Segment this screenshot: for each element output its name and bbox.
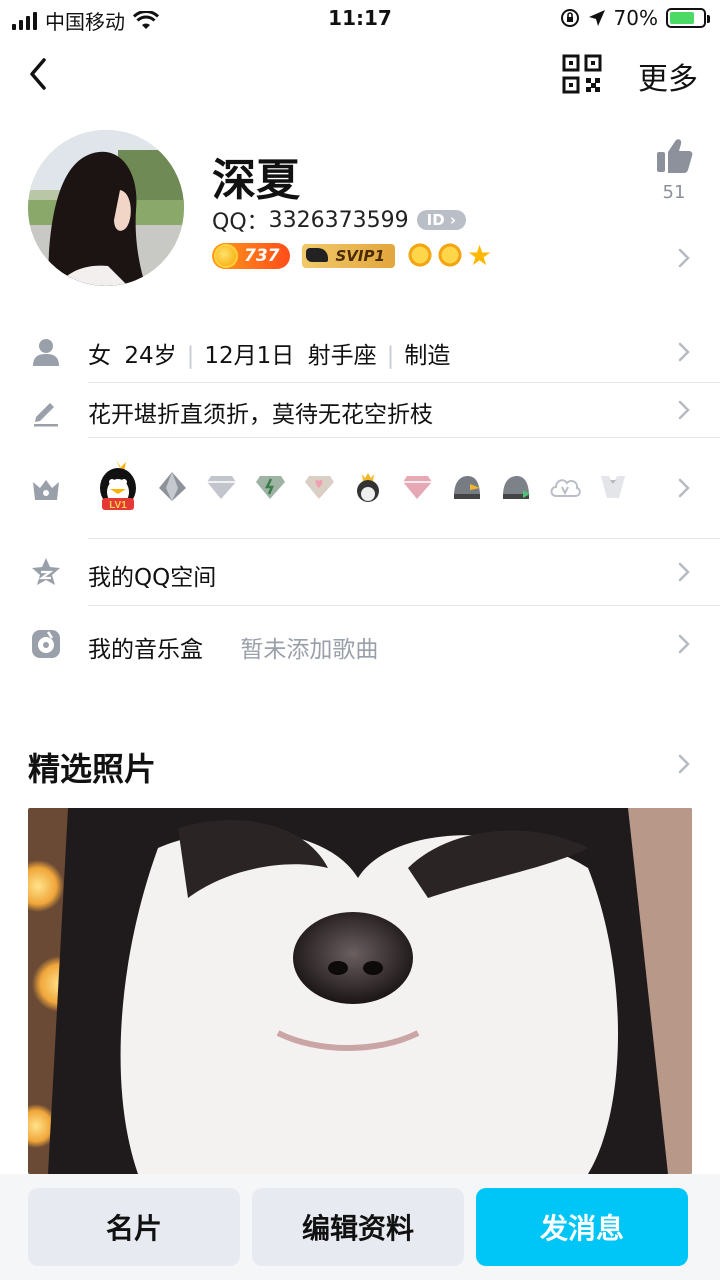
tuxedo-medal-icon	[601, 475, 625, 498]
gender: 女	[88, 343, 111, 369]
like-count: 51	[662, 182, 686, 203]
chevron-right-icon	[678, 342, 690, 362]
chevron-right-icon	[678, 400, 690, 420]
profile-name: 深夏	[212, 155, 300, 206]
green-diamond-medal-icon	[256, 475, 285, 499]
chevron-right-icon	[678, 562, 690, 582]
crown-icon	[33, 480, 59, 500]
qr-code-icon[interactable]	[562, 54, 602, 94]
star-level-icon: ★	[466, 239, 493, 272]
rotation-lock-icon	[560, 9, 579, 27]
back-arrow-icon[interactable]	[22, 52, 58, 96]
battery-percent: 70%	[613, 6, 658, 30]
pink-diamond-medal-icon	[403, 475, 432, 499]
id-badge[interactable]: ID ›	[416, 210, 467, 230]
qq-level-label: LV1	[109, 500, 127, 511]
location-arrow-icon	[588, 10, 605, 26]
avatar[interactable]	[28, 130, 184, 286]
status-bar: 中国移动 11:17 70%	[0, 0, 720, 38]
edit-profile-button[interactable]: 编辑资料	[252, 1188, 464, 1266]
qq-label: QQ：	[212, 210, 269, 235]
svip-badge: SVIP1	[301, 244, 395, 268]
dog-photo-image	[28, 808, 692, 1174]
gray-hat-medal-icon	[159, 471, 186, 501]
id-badge-label: ID	[426, 211, 445, 229]
person-icon	[33, 339, 59, 366]
age: 24岁	[124, 343, 177, 369]
more-button[interactable]: 更多	[638, 54, 698, 98]
featured-photos-title[interactable]: 精选照片	[28, 744, 156, 790]
occupation: 制造	[404, 343, 451, 369]
qzone-star-icon	[32, 558, 60, 585]
chevron-right-icon[interactable]	[676, 246, 692, 270]
basic-info-row[interactable]: 女 24岁 | 12月1日 射手座 | 制造	[0, 326, 720, 382]
nav-bar: 更多	[0, 40, 720, 110]
pencil-icon	[34, 403, 58, 427]
silver-diamond-medal-icon	[207, 475, 236, 499]
heart-diamond-medal-icon	[305, 475, 334, 499]
chevron-right-icon	[678, 634, 690, 654]
svip-label: SVIP1	[335, 247, 385, 265]
cloud-v-medal-icon	[550, 478, 581, 497]
status-right: 70%	[560, 6, 710, 30]
thumbs-up-icon	[657, 139, 693, 173]
coin-icon	[214, 244, 238, 268]
qzone-label: 我的QQ空间	[88, 565, 217, 591]
birthday: 12月1日	[204, 343, 295, 369]
coin-level-badge: 737	[212, 243, 290, 269]
send-message-button[interactable]: 发消息	[476, 1188, 688, 1266]
chevron-right-icon[interactable]	[676, 752, 692, 776]
sun-level-icon	[406, 242, 433, 268]
qq-penguin-level-icon: LV1	[100, 460, 136, 511]
sun-level-icon	[436, 242, 463, 268]
penguin-hat-medal-icon	[454, 475, 480, 499]
music-box-row[interactable]: 我的音乐盒 暂未添加歌曲	[0, 606, 720, 682]
bottom-action-bar: 名片 编辑资料 发消息	[0, 1174, 720, 1280]
business-card-button[interactable]: 名片	[28, 1188, 240, 1266]
battery-icon	[666, 8, 710, 28]
crowned-penguin-medal-icon	[357, 472, 379, 502]
zodiac: 射手座	[307, 343, 377, 369]
music-box-label: 我的音乐盒	[88, 637, 203, 663]
music-box-placeholder: 暂未添加歌曲	[240, 637, 379, 663]
music-box-icon	[32, 630, 60, 658]
chevron-right-icon	[678, 478, 690, 498]
basic-info-text: 女 24岁 | 12月1日 射手座 | 制造	[88, 343, 451, 369]
qq-number[interactable]: 3326373599	[269, 208, 409, 233]
level-icons: ★	[406, 239, 495, 272]
signature-text: 花开堪折直须折，莫待无花空折枝	[88, 402, 433, 428]
qq-number-line: QQ： 3326373599 ID ›	[212, 204, 467, 236]
green-hat-medal-icon	[503, 475, 530, 499]
music-box-text: 我的音乐盒 暂未添加歌曲	[88, 630, 378, 664]
level-badges[interactable]: 737 SVIP1 ★	[212, 240, 495, 272]
avatar-image	[28, 130, 184, 286]
signature-row[interactable]: 花开堪折直须折，莫待无花空折枝	[0, 383, 720, 437]
qzone-row[interactable]: 我的QQ空间	[0, 539, 720, 605]
medal-list: LV1	[96, 458, 630, 514]
like-button[interactable]: 51	[652, 138, 696, 203]
featured-photo[interactable]	[28, 808, 692, 1174]
coin-level-value: 737	[244, 246, 280, 266]
